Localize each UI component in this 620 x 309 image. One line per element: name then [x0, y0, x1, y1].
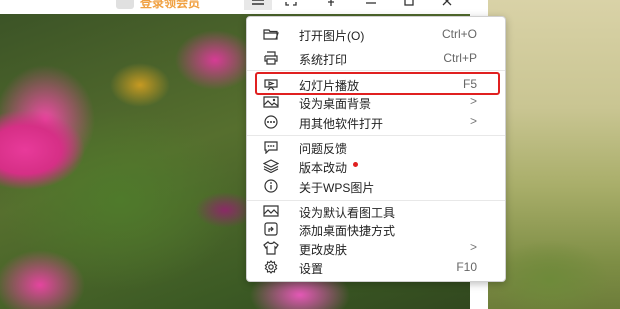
printer-icon — [263, 51, 279, 65]
context-menu: 打开图片(O) Ctrl+O 系统打印 Ctrl+P 幻灯片播放 F5 设为桌面… — [246, 16, 506, 282]
maximize-icon[interactable] — [402, 0, 416, 10]
login-label[interactable]: 登录领会员 — [140, 0, 200, 11]
menu-item-settings[interactable]: 设置 F10 — [247, 258, 505, 276]
menu-item-open-with[interactable]: 用其他软件打开 > — [247, 113, 505, 131]
menu-item-add-desktop-shortcut[interactable]: 添加桌面快捷方式 — [247, 220, 505, 238]
fullscreen-icon[interactable] — [284, 0, 298, 10]
feedback-icon — [263, 140, 279, 154]
menu-button[interactable] — [244, 0, 272, 10]
highlight-box — [255, 72, 500, 95]
menu-item-set-default-viewer[interactable]: 设为默认看图工具 — [247, 202, 505, 220]
menu-item-about[interactable]: 关于WPS图片 — [247, 177, 505, 195]
wallpaper-icon — [263, 95, 279, 109]
menu-item-print[interactable]: 系统打印 Ctrl+P — [247, 49, 505, 67]
minimize-icon[interactable] — [364, 0, 378, 10]
default-viewer-icon — [263, 204, 279, 218]
new-badge-dot — [353, 162, 359, 167]
shirt-icon — [263, 241, 279, 255]
shortcut-icon — [263, 222, 279, 236]
info-icon — [263, 179, 279, 193]
more-icon — [263, 115, 279, 129]
title-bar: 登录领会员 — [0, 0, 470, 14]
folder-open-icon — [263, 27, 279, 41]
menu-divider — [247, 135, 505, 136]
menu-divider — [247, 200, 505, 201]
menu-divider — [247, 70, 505, 71]
menu-item-set-wallpaper[interactable]: 设为桌面背景 > — [247, 93, 505, 111]
menu-item-feedback[interactable]: 问题反馈 — [247, 138, 505, 156]
layers-icon — [263, 159, 279, 173]
menu-item-open-image[interactable]: 打开图片(O) Ctrl+O — [247, 25, 505, 43]
close-icon[interactable] — [440, 0, 454, 10]
pin-icon[interactable] — [324, 0, 338, 10]
menu-item-version-changes[interactable]: 版本改动 — [247, 157, 505, 175]
gear-icon — [263, 260, 279, 274]
menu-item-change-skin[interactable]: 更改皮肤 > — [247, 239, 505, 257]
avatar[interactable] — [116, 0, 134, 9]
